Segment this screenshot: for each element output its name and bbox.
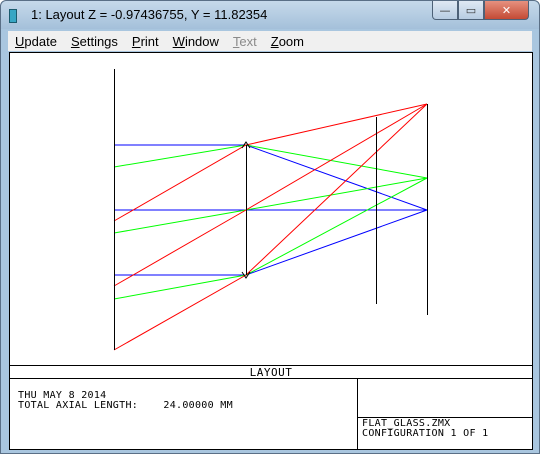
menu-update[interactable]: Update: [8, 34, 64, 49]
layout-plot-area[interactable]: LAYOUT THU MAY 8 2014 TOTAL AXIAL LENGTH:…: [9, 52, 533, 450]
configuration-label: CONFIGURATION 1 OF 1: [362, 428, 489, 439]
maximize-button[interactable]: ▭: [458, 1, 484, 20]
title-bar[interactable]: 1: Layout Z = -0.97436755, Y = 11.82354 …: [1, 1, 539, 29]
menu-print-label: rint: [140, 33, 159, 49]
menu-settings-label: ettings: [79, 33, 118, 49]
menu-window[interactable]: Window: [166, 34, 226, 49]
menu-print[interactable]: Print: [125, 34, 166, 49]
close-button[interactable]: ✕: [484, 1, 529, 20]
menu-text: Text: [226, 34, 264, 49]
close-icon: ✕: [501, 3, 512, 17]
minimize-button[interactable]: —: [432, 1, 458, 20]
menu-zoom-label: oom: [278, 33, 304, 49]
ray-fan-blue: [114, 144, 428, 276]
menu-text-label: ext: [239, 33, 257, 49]
menu-window-label: indow: [184, 33, 219, 49]
menu-print-key: P: [131, 33, 141, 49]
file-info-block: FLAT_GLASS.ZMX CONFIGURATION 1 OF 1: [362, 419, 488, 439]
menu-update-key: U: [15, 33, 25, 49]
layout-section-label: LAYOUT: [249, 366, 293, 379]
blue-ray-bottom: [114, 209, 428, 276]
plot-info-block: THU MAY 8 2014 TOTAL AXIAL LENGTH: 24.000…: [18, 391, 233, 411]
menu-settings-key: S: [70, 33, 80, 49]
total-axial-length: TOTAL AXIAL LENGTH: 24.00000 MM: [18, 400, 233, 411]
app-icon[interactable]: [9, 9, 17, 23]
ray-fan-green: [113, 144, 428, 300]
menu-window-key: W: [172, 33, 185, 49]
window-title: 1: Layout Z = -0.97436755, Y = 11.82354: [31, 7, 268, 22]
maximize-icon: ▭: [465, 3, 477, 17]
green-ray-top: [113, 144, 428, 179]
menu-update-label: pdate: [24, 33, 57, 49]
menu-bar: Update Settings Print Window Text Zoom: [8, 31, 532, 51]
menu-settings[interactable]: Settings: [64, 34, 125, 49]
green-ray-center: [113, 177, 428, 234]
menu-zoom-key: Z: [270, 33, 279, 49]
minimize-icon: —: [439, 3, 451, 17]
menu-zoom[interactable]: Zoom: [264, 34, 311, 49]
blue-ray-top: [114, 144, 428, 211]
layout-window: 1: Layout Z = -0.97436755, Y = 11.82354 …: [0, 0, 540, 454]
red-ray-center: [113, 103, 428, 287]
